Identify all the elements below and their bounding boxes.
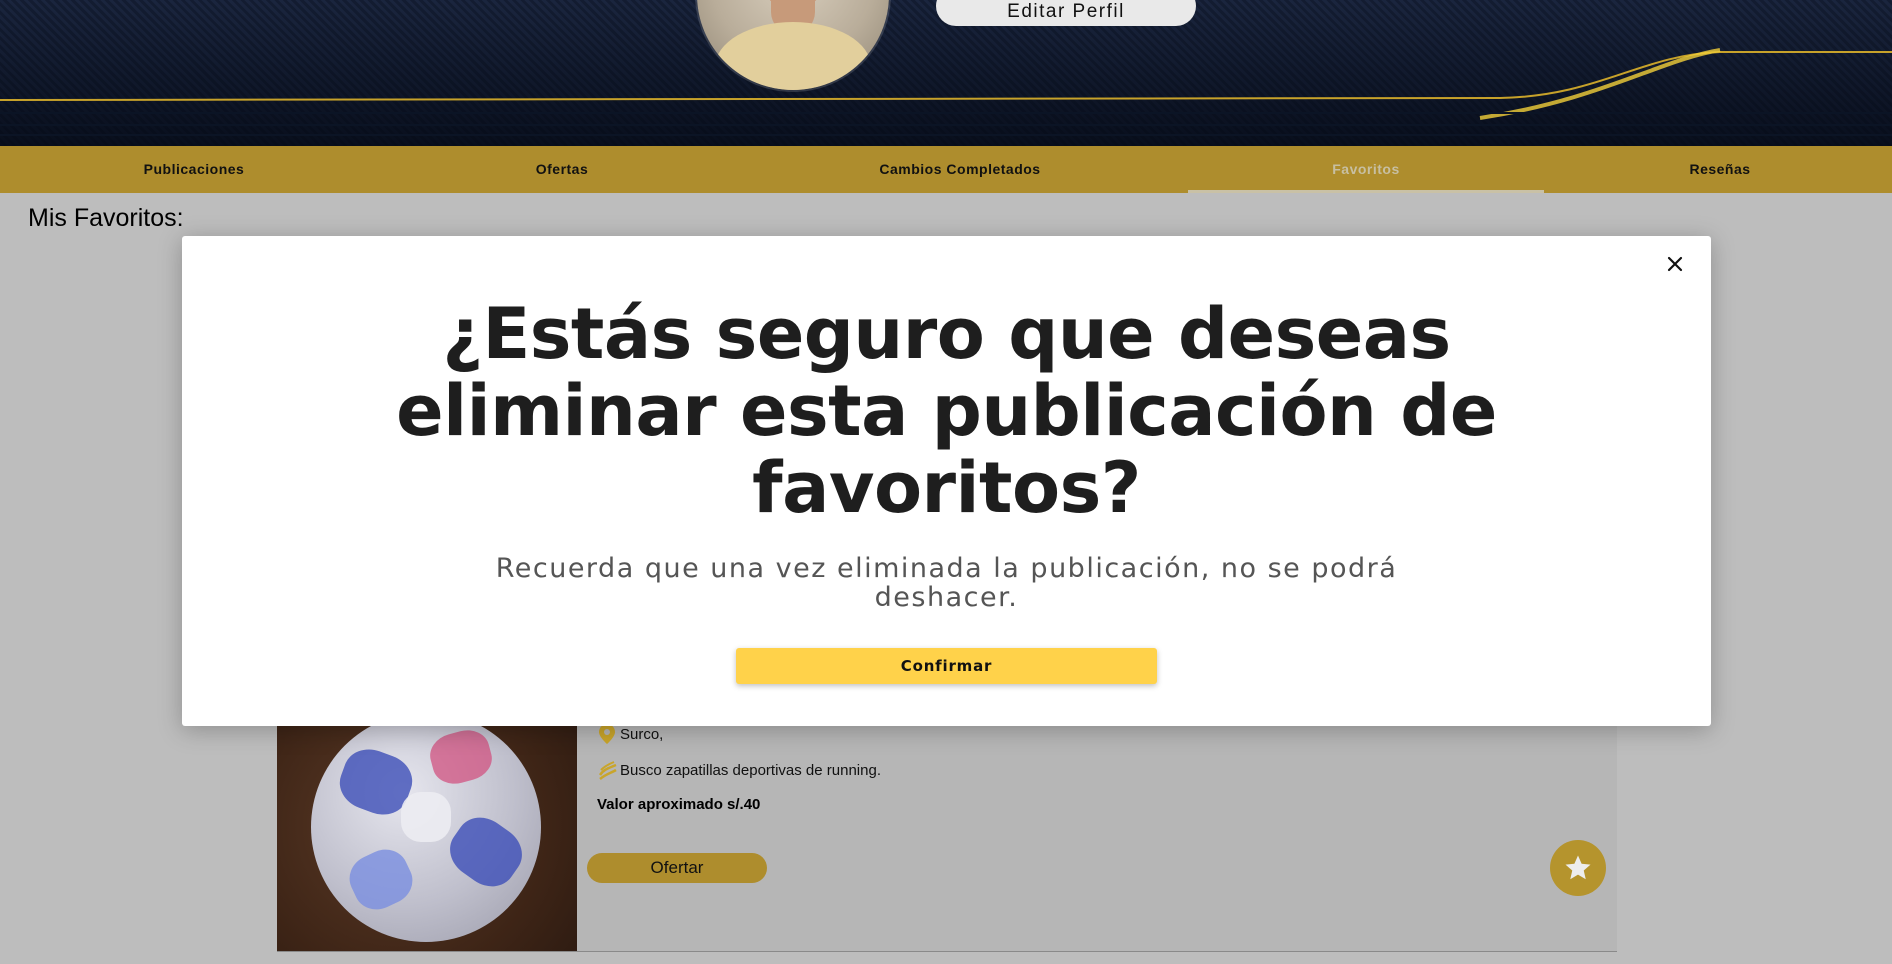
close-button[interactable] <box>1659 248 1691 280</box>
dialog-message: Recuerda que una vez eliminada la public… <box>495 553 1398 613</box>
close-icon <box>1667 256 1683 272</box>
confirm-remove-dialog: ¿Estás seguro que deseas eliminar esta p… <box>182 236 1711 726</box>
dialog-title: ¿Estás seguro que deseas eliminar esta p… <box>396 293 1497 529</box>
confirm-button[interactable]: Confirmar <box>736 648 1157 684</box>
